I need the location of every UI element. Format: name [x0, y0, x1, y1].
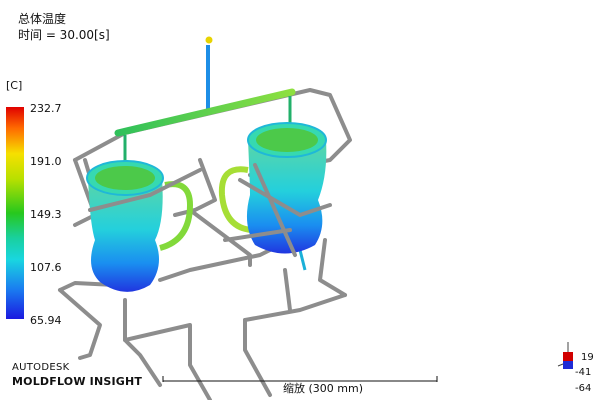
molded-part-left [86, 160, 164, 292]
axis-value-3: -64 [575, 383, 592, 394]
axis-value-2: -41 [575, 367, 592, 378]
injection-point-icon [205, 36, 213, 44]
scale-label: 缩放 (300 mm) [283, 382, 364, 395]
axis-triad-icon [557, 342, 573, 369]
model-viewport[interactable] [0, 0, 600, 400]
axis-triad[interactable]: 19 -41 -64 [555, 342, 599, 400]
brand-line2: MOLDFLOW INSIGHT [12, 375, 143, 388]
brand-line1: AUTODESK [12, 362, 70, 373]
axis-value-1: 19 [581, 352, 594, 363]
